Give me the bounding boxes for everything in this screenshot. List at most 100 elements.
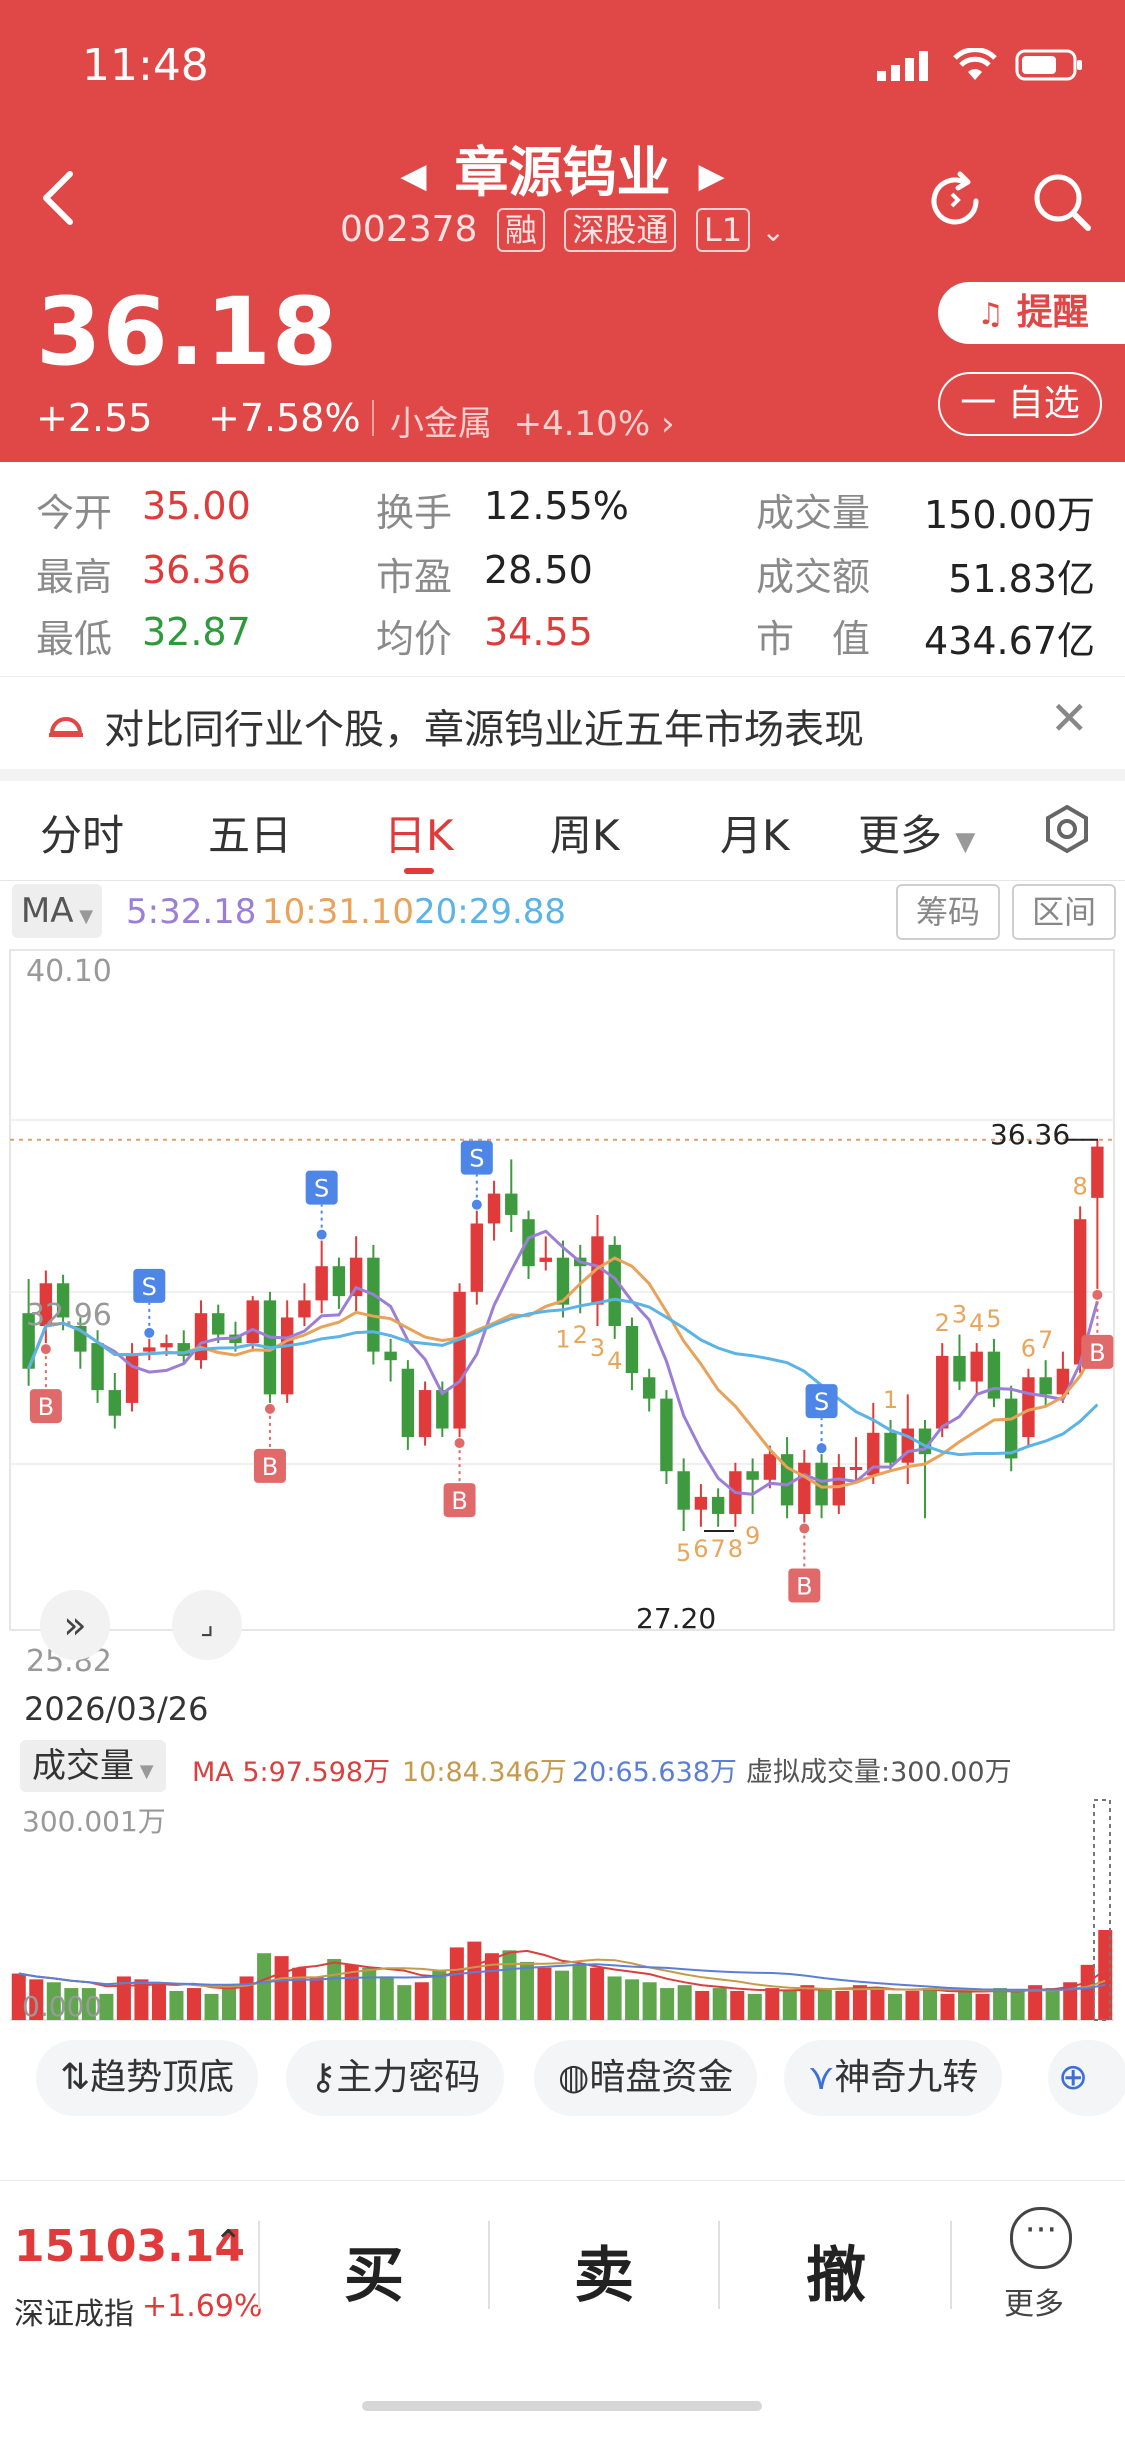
index-value[interactable]: 15103.14 — [14, 2221, 245, 2272]
low-marker-label: 27.20 — [636, 1602, 717, 1635]
marker-dot — [799, 1523, 810, 1534]
sector-name: 小金属 — [390, 404, 492, 444]
candle-body — [280, 1317, 294, 1395]
candle-body — [384, 1351, 397, 1361]
volume-bar — [1098, 1930, 1113, 2020]
expand-icon[interactable]: ⌟ — [172, 1590, 242, 1660]
ma-selector-label: MA — [20, 891, 74, 931]
tab-intraday[interactable]: 分时 — [40, 802, 124, 863]
close-icon[interactable]: ✕ — [1050, 691, 1089, 745]
cancel-button[interactable]: 撤 — [806, 2227, 866, 2314]
volume-bar — [940, 1993, 955, 2020]
chevron-down-icon[interactable]: ⌄ — [762, 215, 785, 248]
vol-zero-label: 0.000 — [22, 1990, 103, 2023]
volume-bar — [502, 1950, 517, 2020]
candle-body — [849, 1466, 863, 1470]
candle-body — [194, 1313, 208, 1361]
more-icon[interactable]: ··· — [1010, 2207, 1072, 2269]
low-label: 最低 — [36, 617, 113, 661]
kline-svg: BSBSBSBSB1 2 3 45 6 7 8 912 3 4 56 78 — [9, 949, 1115, 1631]
sell-button[interactable]: 卖 — [574, 2227, 634, 2314]
volume-bar — [677, 1985, 692, 2020]
tab-daily-k[interactable]: 日K — [384, 802, 454, 863]
volume-bars-group — [10, 1799, 1114, 2021]
prev-stock-icon[interactable]: ◀ — [400, 156, 426, 196]
wifi-icon — [953, 48, 997, 80]
tool-trend[interactable]: ⇅趋势顶底 — [36, 2040, 259, 2116]
fast-forward-icon[interactable]: » — [40, 1590, 110, 1660]
home-indicator — [362, 2401, 762, 2411]
high-label: 最高 — [36, 555, 113, 599]
tab-weekly-k[interactable]: 周K — [550, 802, 620, 863]
y-top-label: 40.10 — [26, 954, 112, 989]
stock-code: 002378 — [340, 209, 478, 250]
volume-bar — [870, 1988, 885, 2020]
vol-top-label: 300.001万 — [22, 1805, 166, 1838]
tag-level[interactable]: L1 — [695, 208, 751, 252]
volume-bar — [922, 1988, 938, 2020]
tab-more[interactable]: 更多 ▼ — [858, 802, 975, 863]
marker-sell-text: S — [814, 1388, 829, 1416]
td-count: 3 — [590, 1334, 605, 1362]
more-label[interactable]: 更多 — [1004, 2279, 1064, 2323]
up-down-arrows-icon: ⇅ — [60, 2057, 91, 2098]
marker-dot — [264, 1403, 275, 1414]
volume-bar — [379, 1976, 394, 2020]
tab-monthly-k[interactable]: 月K — [720, 802, 790, 863]
volume-bar — [993, 1988, 1008, 2020]
tool-nine-turn[interactable]: ⋎神奇九转 — [784, 2040, 1003, 2116]
volume-bar — [186, 1988, 202, 2020]
tool-main-force[interactable]: ⚷主力密码 — [286, 2040, 505, 2116]
candle-body — [1091, 1146, 1104, 1198]
td-count: 4 — [969, 1309, 984, 1337]
range-button[interactable]: 区间 — [1012, 884, 1116, 940]
settings-icon[interactable] — [1042, 804, 1092, 854]
mcap-value: 434.67亿 — [924, 619, 1095, 663]
virtual-volume[interactable]: 虚拟成交量:300.00万 — [746, 1750, 1012, 1789]
next-stock-icon[interactable]: ▶ — [699, 156, 725, 196]
search-icon[interactable] — [1030, 170, 1094, 234]
tool-more[interactable]: ⊕ — [1048, 2040, 1125, 2116]
volume-bar — [782, 1990, 797, 2020]
tag-connect: 深股通 — [564, 208, 677, 252]
kline-chart[interactable]: BSBSBSBSB12345678912345678 40.10 32.96 2… — [0, 940, 1125, 1680]
volume-selector[interactable]: 成交量 ▼ — [20, 1740, 166, 1792]
candle-body — [401, 1368, 415, 1438]
low-value: 32.87 — [142, 610, 251, 654]
caret-up-icon[interactable]: ⌃ — [214, 2223, 243, 2263]
avg-label: 均价 — [376, 617, 453, 661]
volume-bar — [1080, 1964, 1095, 2020]
td-count: 6 — [1021, 1335, 1036, 1363]
sector-link[interactable]: 小金属 +4.10% › — [390, 396, 675, 445]
status-time: 11:48 — [82, 40, 209, 91]
compare-banner[interactable]: 对比同行业个股，章源钨业近五年市场表现 ✕ — [0, 676, 1125, 781]
volume-bar — [537, 1967, 552, 2020]
tab-five-day[interactable]: 五日 — [208, 802, 292, 863]
candle-body — [367, 1257, 380, 1352]
marker-dot — [816, 1443, 827, 1454]
watchlist-button[interactable]: 一 自选 — [938, 372, 1102, 436]
tool-dark-pool[interactable]: ◍暗盘资金 — [534, 2040, 758, 2116]
candle-body — [143, 1347, 156, 1352]
vol-ma20: 20:65.638万 — [572, 1757, 737, 1788]
ma-selector[interactable]: MA ▼ — [12, 884, 102, 938]
buy-button[interactable]: 买 — [344, 2227, 404, 2314]
volume-bar — [747, 1993, 762, 2020]
candle-body — [436, 1390, 449, 1429]
remind-button[interactable]: ♫ 提醒 — [938, 282, 1125, 344]
marker-dot — [471, 1199, 482, 1210]
stock-name: 章源钨业 — [454, 141, 671, 204]
volume-value: 150.00万 — [924, 493, 1095, 537]
marker-buy-text: B — [451, 1487, 467, 1515]
volume-bar — [642, 1982, 657, 2020]
ma20-value: 20:29.88 — [414, 892, 567, 932]
candle-body — [1039, 1377, 1052, 1395]
candle-body — [487, 1193, 501, 1224]
y-mid-label: 32.96 — [26, 1298, 112, 1333]
chip-button[interactable]: 筹码 — [896, 884, 1000, 940]
candle-body — [763, 1454, 777, 1480]
caret-down-icon: ▼ — [134, 1761, 154, 1782]
candle-body — [160, 1343, 173, 1348]
refresh-icon[interactable] — [924, 170, 986, 232]
td-count: 3 — [952, 1301, 967, 1329]
